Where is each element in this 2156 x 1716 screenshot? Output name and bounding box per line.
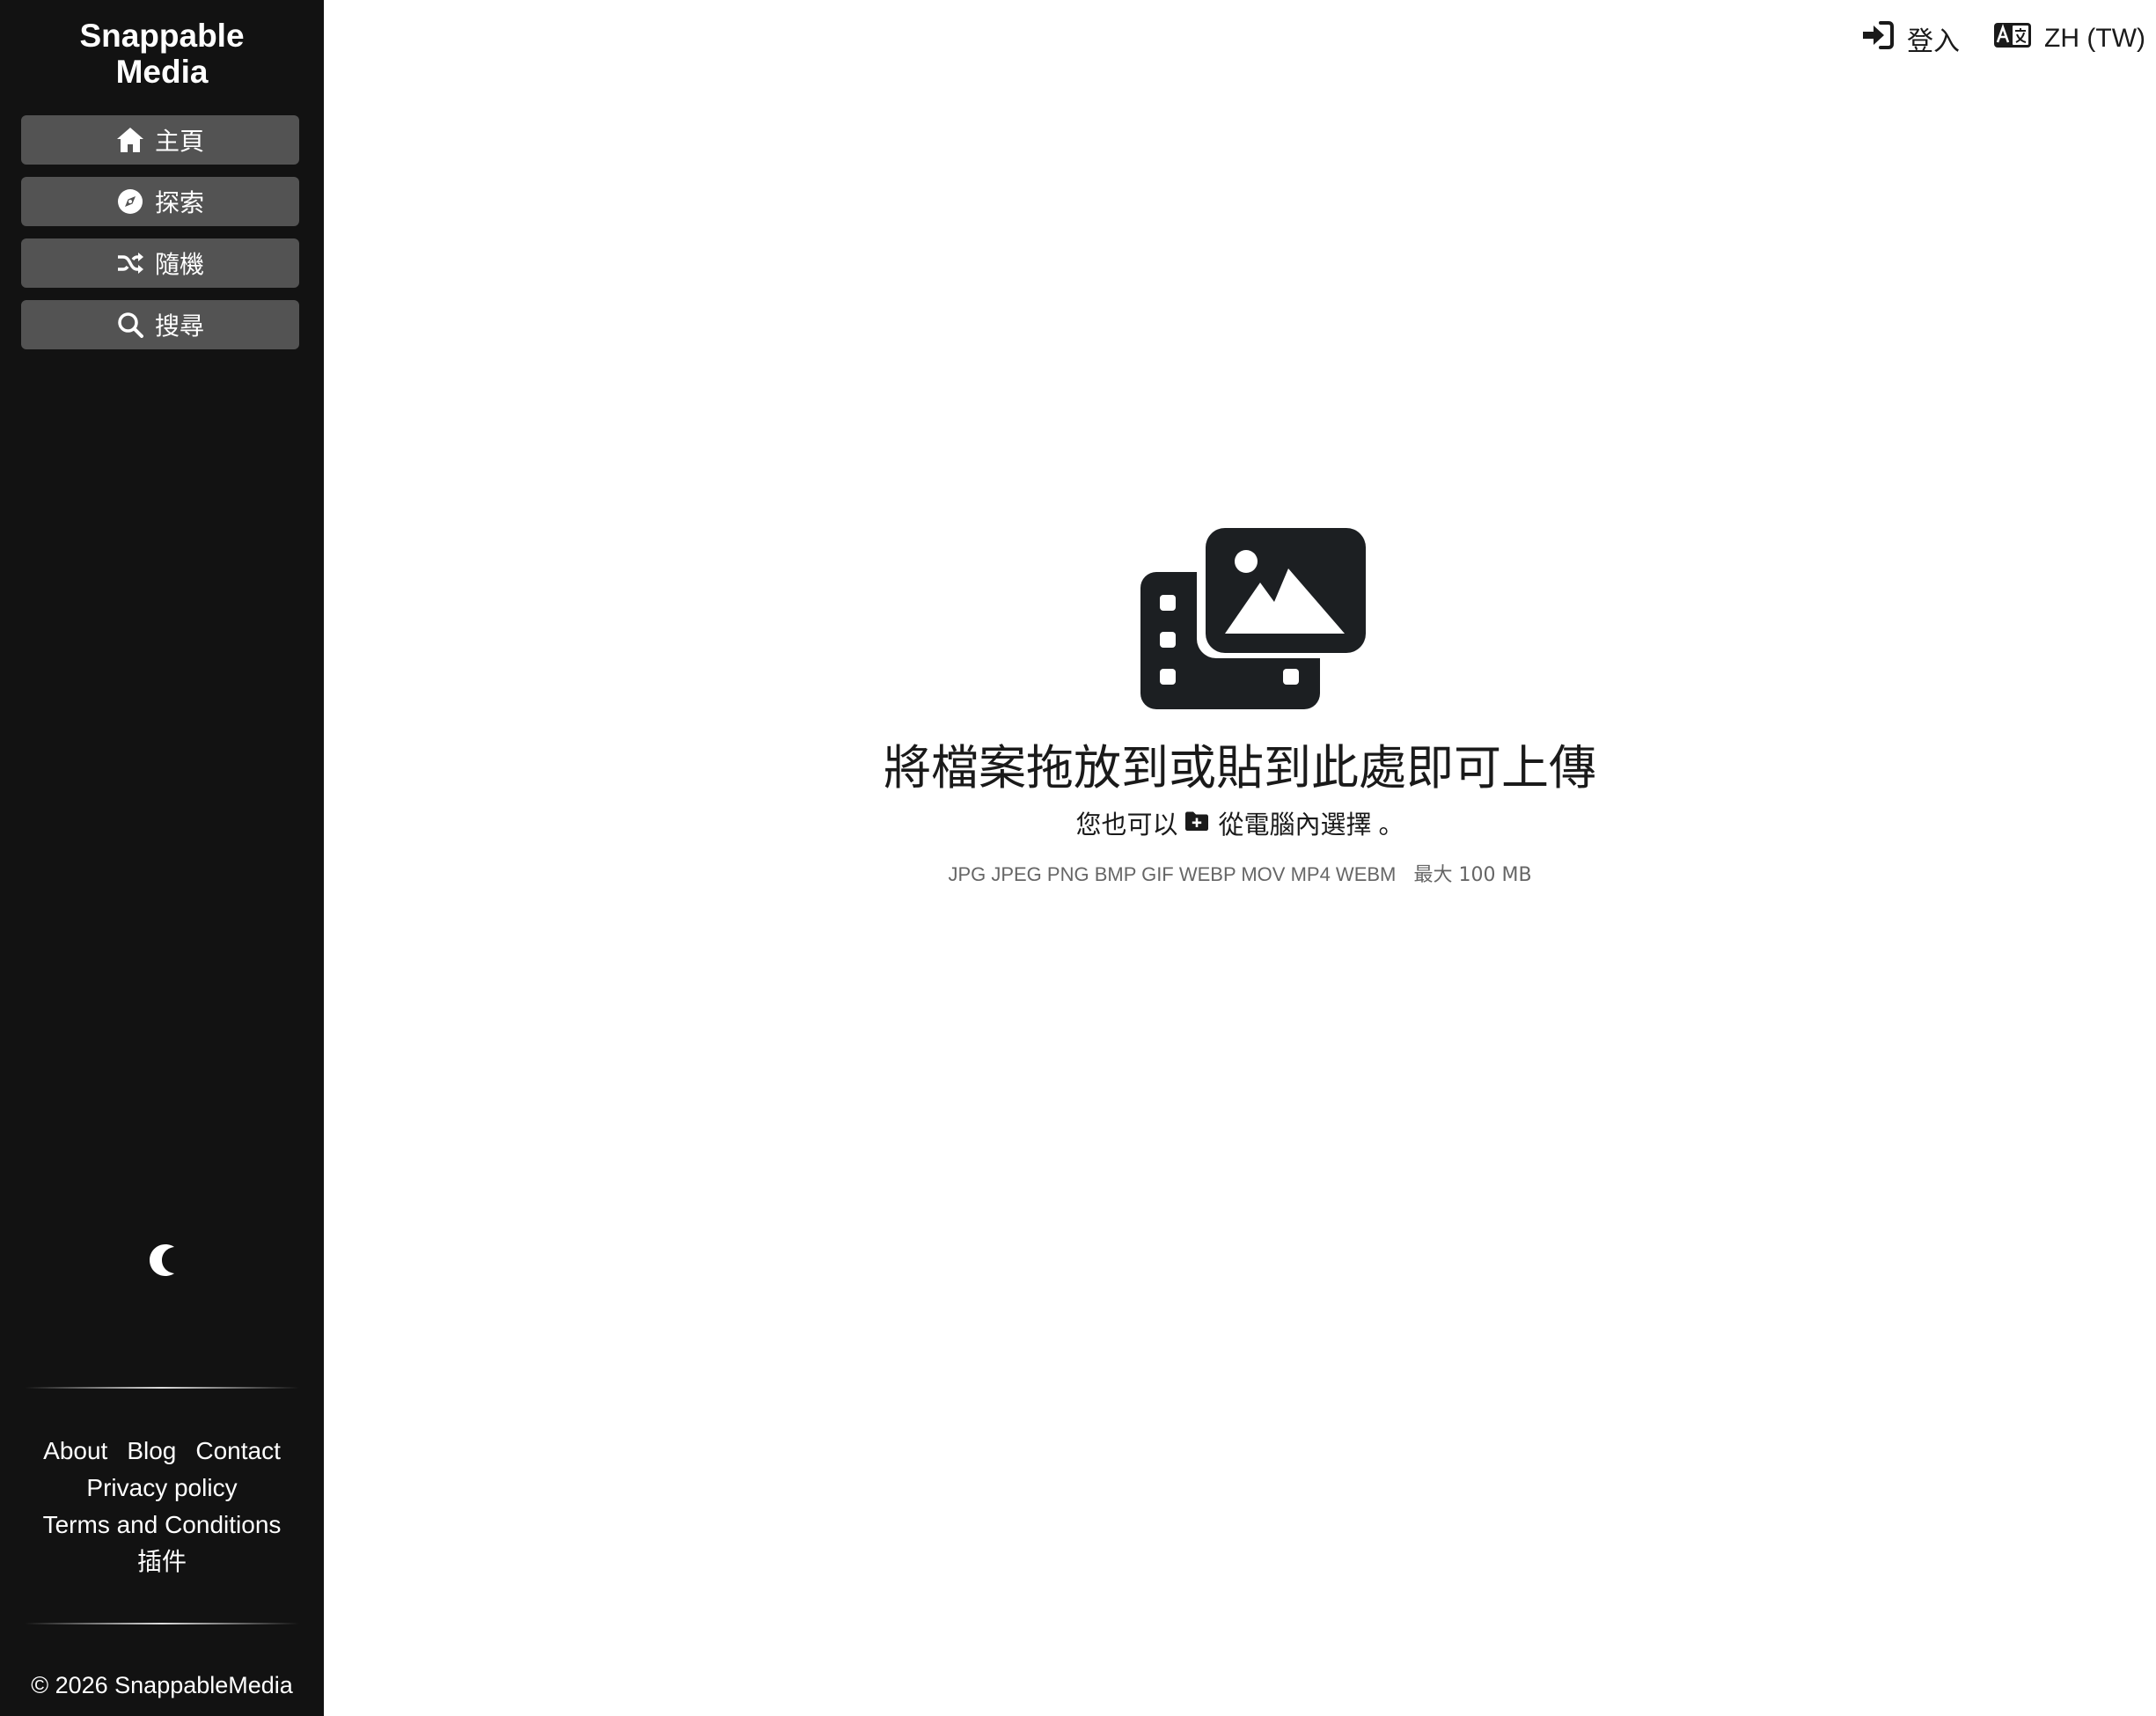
upload-drop-zone[interactable]: 將檔案拖放到或貼到此處即可上傳 您也可以 從電腦內選擇 。 JPG JPEG P… [324, 0, 2156, 1716]
sidebar-nav: 主頁 探索 隨機 搜尋 [21, 115, 299, 362]
drop-subtitle: 您也可以 從電腦內選擇 。 [324, 804, 2156, 841]
choose-file-button[interactable]: 從電腦內選擇 [1184, 804, 1372, 841]
subtitle-prefix: 您也可以 [1075, 810, 1178, 840]
nav-label-random: 隨機 [154, 250, 204, 279]
nav-item-explore[interactable]: 探索 [21, 177, 299, 226]
copyright-text: © 2026 SnappableMedia [31, 1672, 293, 1698]
allowed-formats: JPG JPEG PNG BMP GIF WEBP MOV MP4 WEBM 最… [324, 859, 2156, 887]
footer-link-plugins[interactable]: 插件 [137, 1544, 187, 1580]
moon-icon [146, 1243, 178, 1282]
drop-title: 將檔案拖放到或貼到此處即可上傳 [884, 740, 1596, 796]
nav-label-home: 主頁 [154, 127, 204, 156]
footer-link-contact[interactable]: Contact [195, 1433, 281, 1470]
footer-link-privacy[interactable]: Privacy policy [86, 1470, 237, 1507]
footer-links: About Blog Contact Privacy policy Terms … [0, 1433, 324, 1580]
brand-name: Snappable Media [79, 18, 245, 90]
home-icon [116, 126, 144, 154]
sidebar: Snappable Media 主頁 探索 隨機 搜尋 About Blog C… [0, 0, 324, 1716]
brand-logo[interactable]: Snappable Media [0, 18, 324, 90]
footer-link-about[interactable]: About [43, 1433, 107, 1470]
folder-plus-icon [1184, 808, 1209, 838]
nav-item-random[interactable]: 隨機 [21, 238, 299, 288]
footer-divider-bottom [25, 1623, 299, 1624]
photo-film-icon [1140, 528, 1366, 714]
shuffle-icon [116, 249, 144, 277]
nav-label-explore: 探索 [154, 188, 204, 217]
subtitle-suffix: 。 [1378, 810, 1404, 840]
footer-divider-top [25, 1387, 299, 1389]
theme-toggle-button[interactable] [141, 1241, 183, 1283]
nav-label-search: 搜尋 [154, 312, 204, 341]
search-icon [116, 311, 144, 339]
max-file-size: 最大 100 MB [1413, 864, 1532, 886]
format-list: JPG JPEG PNG BMP GIF WEBP MOV MP4 WEBM [948, 863, 1397, 885]
choose-file-label: 從電腦內選擇 [1218, 810, 1372, 840]
footer-link-blog[interactable]: Blog [127, 1433, 176, 1470]
footer-link-terms[interactable]: Terms and Conditions [43, 1507, 282, 1544]
nav-item-home[interactable]: 主頁 [21, 115, 299, 165]
compass-icon [116, 187, 144, 216]
nav-item-search[interactable]: 搜尋 [21, 300, 299, 349]
